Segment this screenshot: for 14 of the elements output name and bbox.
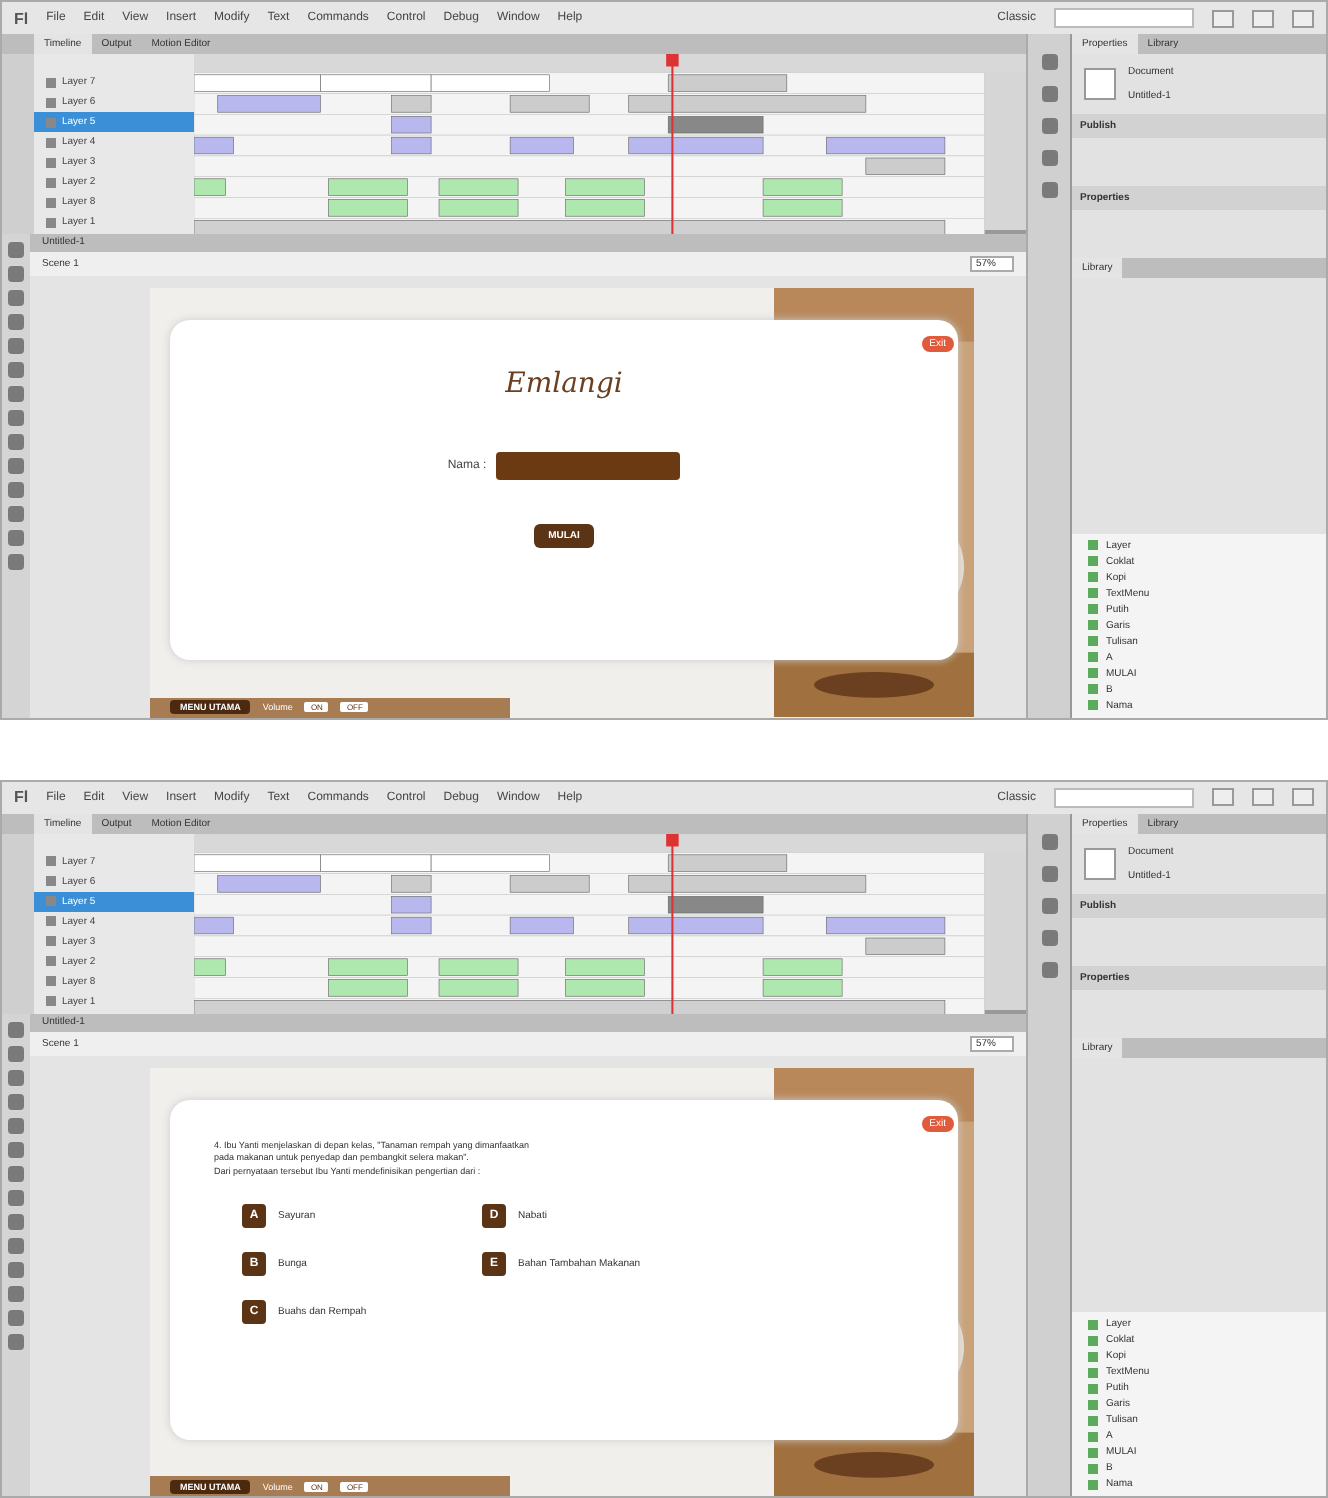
- document-icon: [1084, 68, 1116, 100]
- maximize-button[interactable]: [1252, 9, 1274, 27]
- stage-title: Emlangi: [505, 368, 623, 400]
- document-icon: [1084, 847, 1116, 879]
- name-field[interactable]: [496, 452, 681, 480]
- search-field[interactable]: [1054, 8, 1194, 28]
- app-logo: Fl: [14, 9, 29, 27]
- minimize-button[interactable]: [1212, 9, 1234, 27]
- app-logo: Fl: [14, 788, 29, 806]
- minimize-button[interactable]: [1212, 788, 1234, 806]
- close-button[interactable]: [1292, 788, 1314, 806]
- close-button[interactable]: [1292, 9, 1314, 27]
- maximize-button[interactable]: [1252, 788, 1274, 806]
- search-field[interactable]: [1054, 787, 1194, 807]
